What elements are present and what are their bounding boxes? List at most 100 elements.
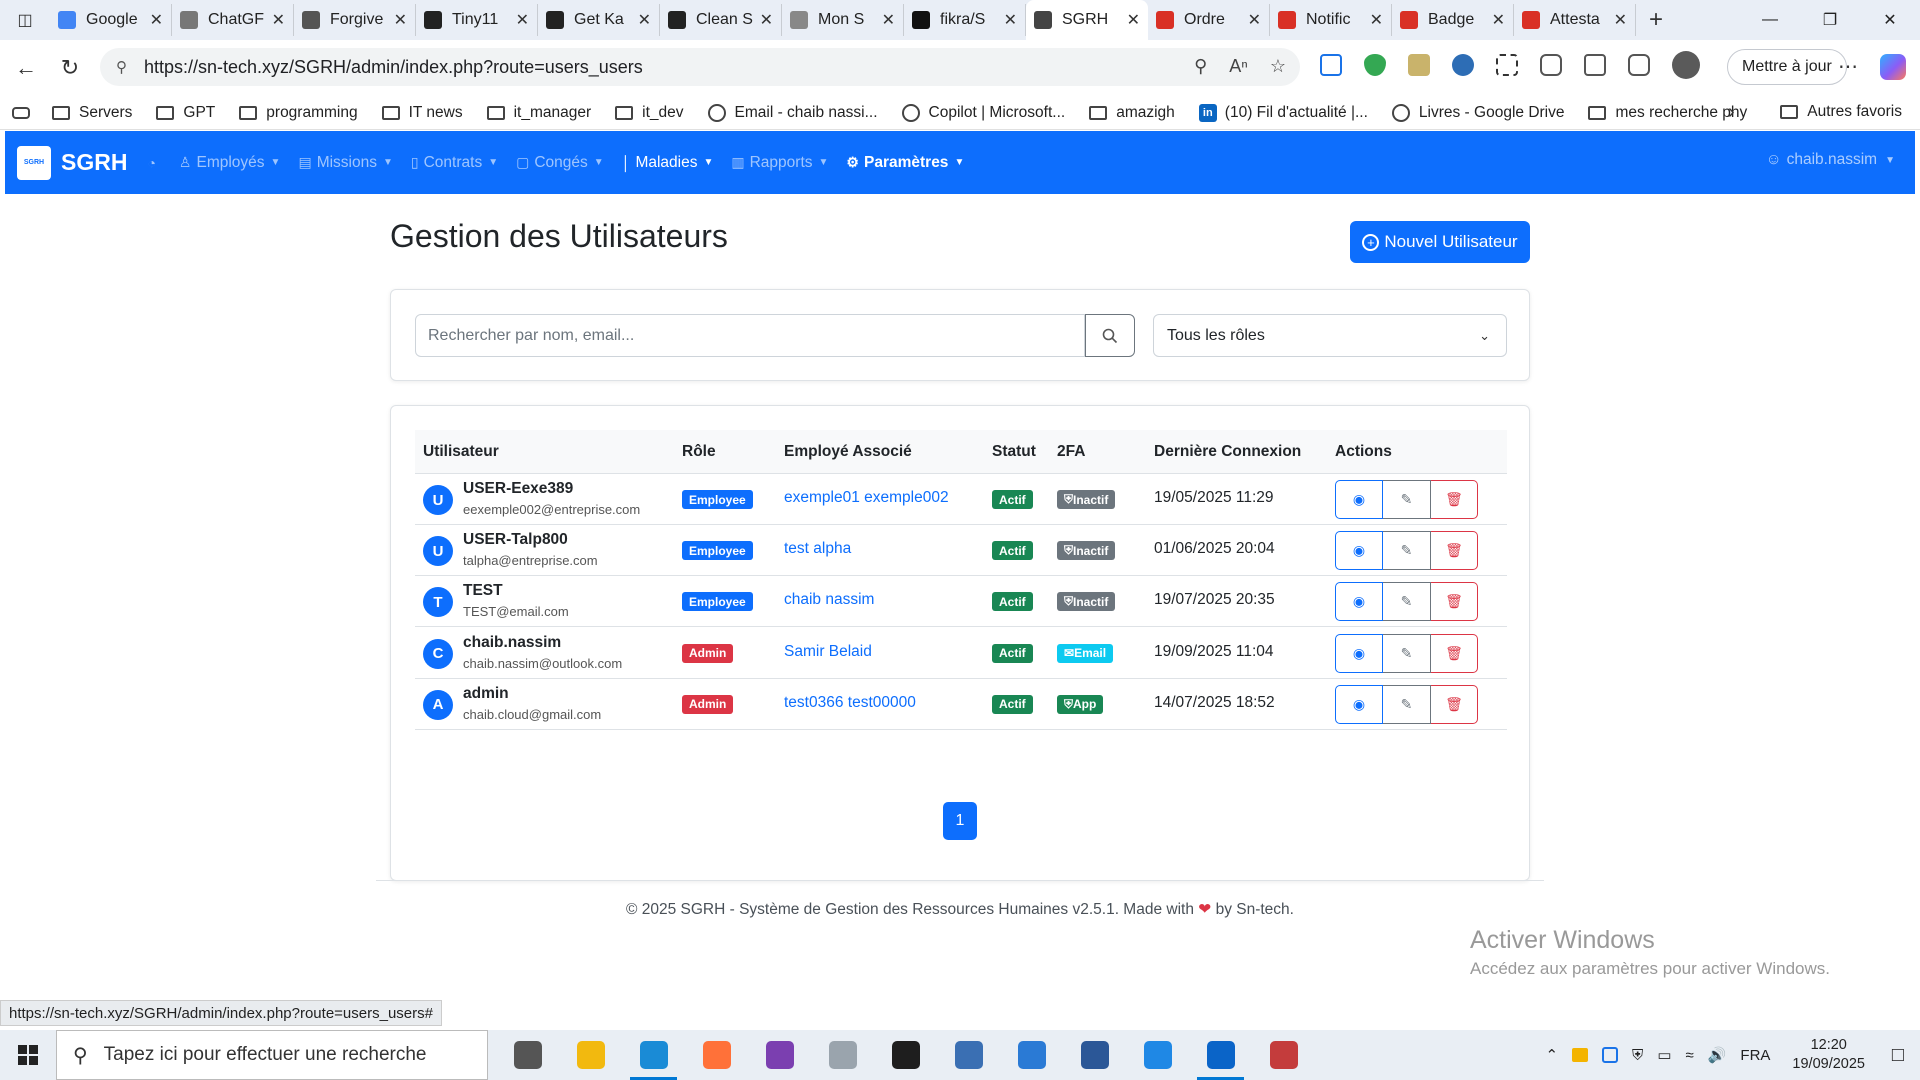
employee-link[interactable]: chaib nassim — [784, 591, 874, 609]
nav-report[interactable]: ▥ Rapports ▼ — [731, 154, 828, 172]
nav-dashboard[interactable]: ◔ — [147, 155, 160, 171]
other-bookmarks[interactable]: Autres favoris — [1780, 103, 1902, 121]
search-input[interactable]: Rechercher par nom, email... — [415, 314, 1085, 357]
close-tab-icon[interactable]: ✕ — [1248, 10, 1261, 30]
browser-tab[interactable]: fikra/S ✕ — [904, 4, 1026, 36]
tab-actions-icon[interactable]: ◫ — [0, 0, 50, 40]
close-tab-icon[interactable]: ✕ — [272, 10, 285, 30]
delete-button[interactable]: 🗑 — [1431, 582, 1478, 622]
collections-icon[interactable] — [1628, 54, 1650, 76]
close-tab-icon[interactable]: ✕ — [1614, 10, 1627, 30]
bookmark-item[interactable]: programming — [239, 104, 358, 122]
browser-tab[interactable]: Ordre ✕ — [1148, 4, 1270, 36]
more-bookmarks-icon[interactable]: › — [1728, 101, 1735, 124]
edit-button[interactable]: ✎ — [1383, 480, 1431, 519]
employee-link[interactable]: test alpha — [784, 540, 851, 558]
taskbar-app[interactable] — [1063, 1030, 1126, 1080]
extension-icon[interactable] — [1320, 54, 1342, 76]
favorites-icon[interactable] — [1584, 54, 1606, 76]
show-hidden-icons-icon[interactable]: ⌃ — [1545, 1046, 1558, 1064]
bookmark-item[interactable]: Copilot | Microsoft... — [901, 103, 1065, 122]
taskbar-app[interactable] — [1189, 1030, 1252, 1080]
close-tab-icon[interactable]: ✕ — [760, 10, 773, 30]
brand[interactable]: SGRH SGRH — [17, 145, 127, 180]
bookmark-item[interactable]: it_dev — [615, 104, 684, 122]
view-button[interactable]: ◉ — [1335, 582, 1383, 622]
taskbar-app[interactable] — [496, 1030, 559, 1080]
view-button[interactable]: ◉ — [1335, 531, 1383, 571]
close-tab-icon[interactable]: ✕ — [150, 10, 163, 30]
close-tab-icon[interactable]: ✕ — [1004, 10, 1017, 30]
reading-list-icon[interactable] — [12, 106, 30, 119]
bookmark-item[interactable]: Email - chaib nassi... — [707, 103, 878, 122]
browser-tab[interactable]: Forgive ✕ — [294, 4, 416, 36]
bookmark-item[interactable]: it_manager — [486, 104, 591, 122]
taskbar-app[interactable] — [1252, 1030, 1315, 1080]
security-icon[interactable]: ⛨ — [1632, 1047, 1643, 1064]
taskbar-app[interactable] — [1000, 1030, 1063, 1080]
pagination-page[interactable]: 1 — [943, 802, 977, 840]
bookmark-item[interactable]: Servers — [52, 104, 132, 122]
browser-tab[interactable]: Notific ✕ — [1270, 4, 1392, 36]
address-bar[interactable]: ⚲ https://sn-tech.xyz/SGRH/admin/index.p… — [100, 48, 1300, 86]
browser-tab[interactable]: Badge ✕ — [1392, 4, 1514, 36]
close-tab-icon[interactable]: ✕ — [1370, 10, 1383, 30]
view-button[interactable]: ◉ — [1335, 480, 1383, 519]
more-menu-icon[interactable]: ⋯ — [1838, 54, 1858, 79]
clock[interactable]: 12:20 19/09/2025 — [1792, 1036, 1865, 1074]
browser-tab[interactable]: Get Ka ✕ — [538, 4, 660, 36]
close-tab-icon[interactable]: ✕ — [882, 10, 895, 30]
favorite-star-icon[interactable]: ☆ — [1270, 56, 1286, 77]
browser-tab[interactable]: Tiny11 ✕ — [416, 4, 538, 36]
bookmark-item[interactable]: GPT — [156, 104, 215, 122]
close-tab-icon[interactable]: ✕ — [638, 10, 651, 30]
notifications-icon[interactable]: □ — [1892, 1044, 1904, 1067]
delete-button[interactable]: 🗑 — [1431, 480, 1478, 519]
browser-tab[interactable]: Clean S ✕ — [660, 4, 782, 36]
close-window-icon[interactable]: ✕ — [1860, 0, 1920, 40]
bookmark-item[interactable]: mes recherche phy — [1588, 104, 1747, 122]
battery-icon[interactable]: ▭ — [1657, 1046, 1671, 1064]
nav-calendar[interactable]: ▢ Congés ▼ — [516, 154, 604, 172]
delete-button[interactable]: 🗑 — [1431, 531, 1478, 571]
browser-tab[interactable]: Google ✕ — [50, 4, 172, 36]
tray-app-icon[interactable] — [1602, 1047, 1619, 1063]
search-button[interactable] — [1085, 314, 1135, 357]
view-button[interactable]: ◉ — [1335, 684, 1383, 724]
browser-tab[interactable]: Attesta ✕ — [1514, 4, 1636, 36]
role-filter-select[interactable]: Tous les rôles ⌄ — [1153, 314, 1507, 357]
qr-icon[interactable] — [1496, 54, 1518, 76]
bookmark-item[interactable]: amazigh — [1089, 104, 1175, 122]
edit-button[interactable]: ✎ — [1383, 531, 1431, 571]
language-indicator[interactable]: FRA — [1740, 1047, 1770, 1064]
read-aloud-icon[interactable]: Aⁿ — [1229, 56, 1248, 77]
reload-icon[interactable]: ↻ — [48, 48, 92, 88]
browser-tab[interactable]: ChatGF ✕ — [172, 4, 294, 36]
back-icon[interactable]: ← — [4, 48, 48, 88]
bookmark-item[interactable]: in (10) Fil d'actualité |... — [1198, 103, 1368, 122]
nav-thermometer[interactable]: │ Maladies ▼ — [622, 154, 714, 172]
taskbar-search[interactable]: ⚲ Tapez ici pour effectuer une recherche — [56, 1030, 488, 1080]
browser-tab[interactable]: SGRH ✕ — [1026, 0, 1148, 40]
taskbar-app[interactable] — [811, 1030, 874, 1080]
drive-icon[interactable] — [1572, 1048, 1589, 1062]
taskbar-app[interactable] — [748, 1030, 811, 1080]
delete-button[interactable]: 🗑 — [1431, 633, 1478, 673]
maximize-icon[interactable]: ❐ — [1800, 0, 1860, 40]
taskbar-app[interactable] — [1126, 1030, 1189, 1080]
puzzle-icon[interactable] — [1540, 54, 1562, 76]
start-button[interactable] — [0, 1030, 56, 1080]
wifi-icon[interactable]: ≈ — [1686, 1047, 1694, 1064]
taskbar-app[interactable] — [937, 1030, 1000, 1080]
employee-link[interactable]: test0366 test00000 — [784, 694, 916, 712]
taskbar-app[interactable] — [622, 1030, 685, 1080]
taskbar-app[interactable] — [874, 1030, 937, 1080]
nav-users[interactable]: ♙ Employés ▼ — [179, 154, 281, 172]
new-tab-button[interactable]: + — [1636, 4, 1676, 36]
bookmark-item[interactable]: IT news — [381, 104, 463, 122]
extension-icon[interactable] — [1452, 54, 1474, 76]
employee-link[interactable]: exemple01 exemple002 — [784, 489, 949, 507]
nav-briefcase[interactable]: ▤ Missions ▼ — [298, 154, 392, 172]
user-menu[interactable]: ☺ chaib.nassim ▼ — [1766, 151, 1895, 169]
volume-icon[interactable]: 🔊 — [1708, 1046, 1727, 1064]
